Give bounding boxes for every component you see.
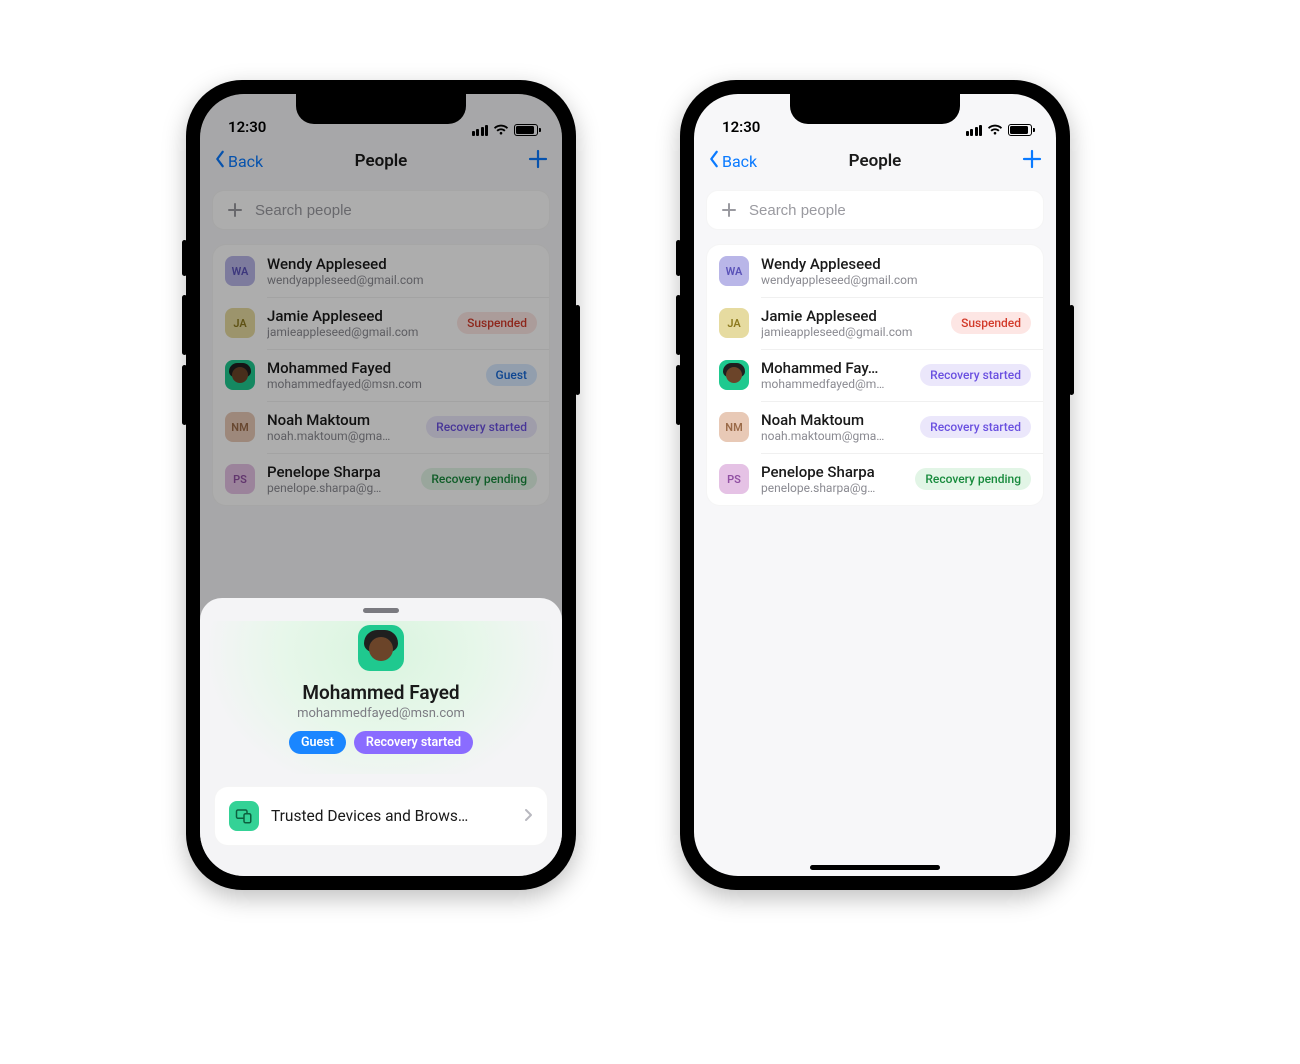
chevron-left-icon — [214, 150, 226, 172]
back-button[interactable]: Back — [708, 150, 757, 172]
person-name: Penelope Sharpa — [761, 463, 903, 481]
battery-icon — [1008, 124, 1032, 136]
person-email: noah.maktoum@gma… — [761, 429, 908, 443]
sheet-item-label: Trusted Devices and Brows… — [271, 807, 512, 825]
person-row[interactable]: PS Penelope Sharpapenelope.sharpa@g… Recov… — [707, 453, 1043, 505]
person-email: wendyappleseed@gmail.com — [761, 273, 1031, 287]
status-badge: Recovery pending — [915, 468, 1031, 490]
people-list: WA Wendy Appleseedwendyappleseed@gmail.co… — [212, 244, 550, 506]
person-email: noah.maktoum@gma… — [267, 429, 414, 443]
back-label: Back — [228, 152, 263, 171]
status-badge: Suspended — [457, 312, 537, 334]
battery-icon — [514, 124, 538, 136]
person-row[interactable]: JA Jamie Appleseedjamieappleseed@gmail.co… — [707, 297, 1043, 349]
notch — [296, 94, 466, 124]
person-name: Mohammed Fay… — [761, 359, 908, 377]
chevron-left-icon — [708, 150, 720, 172]
add-button[interactable] — [528, 149, 548, 173]
sheet-avatar — [358, 625, 404, 671]
status-time: 12:30 — [722, 118, 760, 136]
person-email: jamieappleseed@gmail.com — [761, 325, 939, 339]
status-badge: Suspended — [951, 312, 1031, 334]
search-input[interactable] — [212, 190, 550, 230]
person-row[interactable]: Mohammed Fay…mohammedfayed@m… Recovery st… — [707, 349, 1043, 401]
avatar — [719, 360, 749, 390]
chevron-right-icon — [524, 807, 533, 826]
avatar: NM — [225, 412, 255, 442]
search-field[interactable] — [749, 202, 1031, 219]
add-button[interactable] — [1022, 149, 1042, 173]
person-row[interactable]: JA Jamie Appleseedjamieappleseed@gmail.co… — [213, 297, 549, 349]
person-row[interactable]: Mohammed Fayedmohammedfayed@msn.com Guest — [213, 349, 549, 401]
sheet-grabber[interactable] — [363, 608, 399, 613]
plus-icon — [225, 200, 245, 220]
person-name: Penelope Sharpa — [267, 463, 409, 481]
cellular-icon — [966, 125, 983, 136]
sheet-name: Mohammed Fayed — [216, 681, 546, 704]
sheet-badges: Guest Recovery started — [216, 731, 546, 754]
person-name: Wendy Appleseed — [267, 255, 537, 273]
person-name: Jamie Appleseed — [761, 307, 939, 325]
person-email: penelope.sharpa@g… — [761, 481, 903, 495]
cellular-icon — [472, 125, 489, 136]
status-badge: Recovery started — [920, 416, 1031, 438]
status-badge: Guest — [486, 364, 537, 386]
people-list: WA Wendy Appleseedwendyappleseed@gmail.co… — [706, 244, 1044, 506]
nav-bar: Back People — [694, 140, 1056, 182]
avatar: WA — [719, 256, 749, 286]
badge-guest: Guest — [289, 731, 346, 754]
avatar: PS — [225, 464, 255, 494]
back-label: Back — [722, 152, 757, 171]
person-name: Jamie Appleseed — [267, 307, 445, 325]
phone-mock-right: 12:30 Back People WA Wendy Appleseedwendy… — [680, 80, 1070, 890]
phone-mock-left: 12:30 Back People WA Wendy Appleseedwendy… — [186, 80, 576, 890]
person-email: wendyappleseed@gmail.com — [267, 273, 537, 287]
status-badge: Recovery started — [426, 416, 537, 438]
badge-recovery-started: Recovery started — [354, 731, 473, 754]
plus-icon — [528, 149, 548, 169]
person-sheet[interactable]: Mohammed Fayed mohammedfayed@msn.com Gue… — [200, 598, 562, 876]
search-input[interactable] — [706, 190, 1044, 230]
person-name: Noah Maktoum — [267, 411, 414, 429]
wifi-icon — [493, 124, 509, 136]
trusted-devices-row[interactable]: Trusted Devices and Brows… — [215, 787, 547, 845]
sheet-email: mohammedfayed@msn.com — [216, 706, 546, 721]
person-email: mohammedfayed@m… — [761, 377, 908, 391]
person-name: Wendy Appleseed — [761, 255, 1031, 273]
search-field[interactable] — [255, 202, 537, 219]
avatar: WA — [225, 256, 255, 286]
avatar: NM — [719, 412, 749, 442]
person-row[interactable]: WA Wendy Appleseedwendyappleseed@gmail.co… — [707, 245, 1043, 297]
person-row[interactable]: NM Noah Maktoumnoah.maktoum@gma… Recovery … — [213, 401, 549, 453]
status-badge: Recovery pending — [421, 468, 537, 490]
plus-icon — [1022, 149, 1042, 169]
avatar — [225, 360, 255, 390]
status-badge: Recovery started — [920, 364, 1031, 386]
avatar: JA — [719, 308, 749, 338]
person-row[interactable]: PS Penelope Sharpapenelope.sharpa@g… Recov… — [213, 453, 549, 505]
plus-icon — [719, 200, 739, 220]
back-button[interactable]: Back — [214, 150, 263, 172]
avatar: JA — [225, 308, 255, 338]
person-email: penelope.sharpa@g… — [267, 481, 409, 495]
person-row[interactable]: NM Noah Maktoumnoah.maktoum@gma… Recovery … — [707, 401, 1043, 453]
wifi-icon — [987, 124, 1003, 136]
nav-bar: Back People — [200, 140, 562, 182]
status-time: 12:30 — [228, 118, 266, 136]
person-name: Mohammed Fayed — [267, 359, 474, 377]
notch — [790, 94, 960, 124]
person-name: Noah Maktoum — [761, 411, 908, 429]
avatar: PS — [719, 464, 749, 494]
person-email: mohammedfayed@msn.com — [267, 377, 474, 391]
person-row[interactable]: WA Wendy Appleseedwendyappleseed@gmail.co… — [213, 245, 549, 297]
person-email: jamieappleseed@gmail.com — [267, 325, 445, 339]
devices-icon — [229, 801, 259, 831]
